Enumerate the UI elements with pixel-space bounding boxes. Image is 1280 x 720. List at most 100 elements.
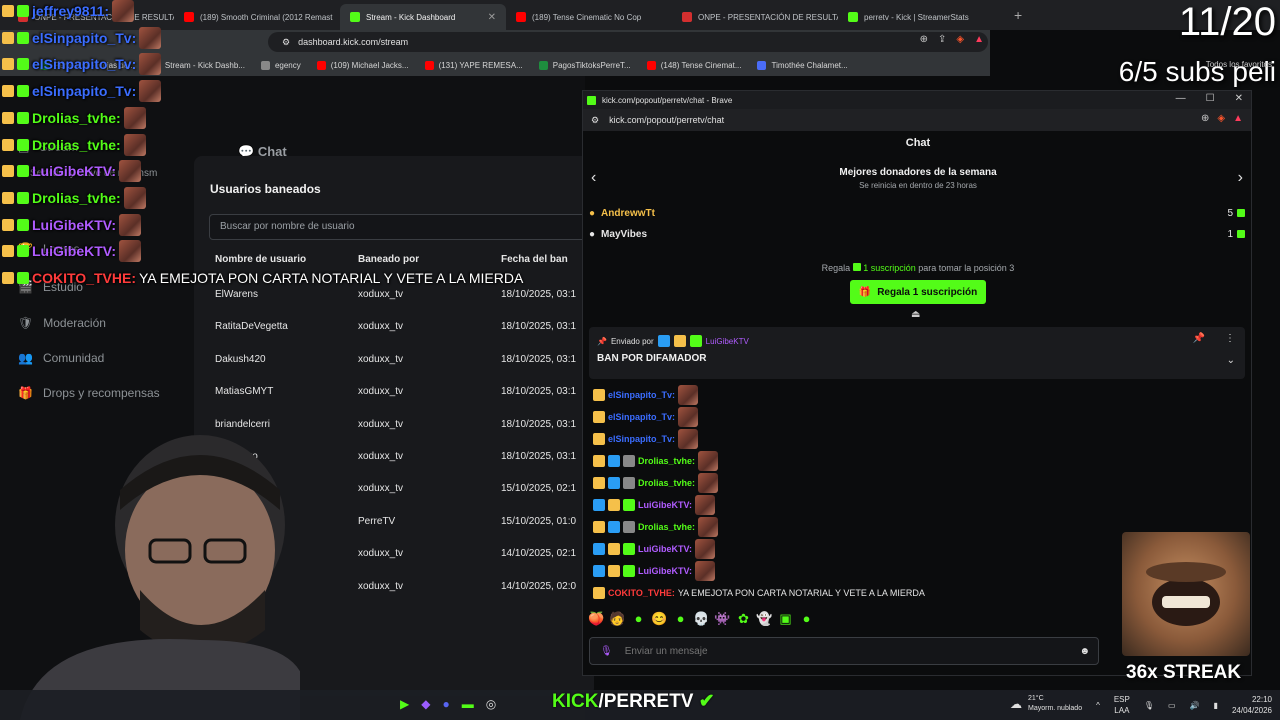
bookmark-item[interactable]: (109) Michael Jacks... [316, 60, 409, 70]
cell-username: RatitaDeVegetta [215, 321, 288, 333]
clock[interactable]: 22:10 24/04/2026 [1232, 694, 1272, 716]
brave-rewards-icon[interactable]: ▲ [974, 34, 984, 45]
chevron-up-icon[interactable]: ^ [1096, 701, 1100, 710]
emote-icon[interactable]: ● [631, 611, 646, 626]
new-tab-icon[interactable]: + [1004, 7, 1022, 23]
zoom-icon[interactable]: ⊕ [1201, 113, 1209, 124]
browser-tab[interactable]: ONPE - PRESENTACIÓN DE RESULTAD [672, 4, 838, 30]
emote-icon[interactable]: ● [673, 611, 688, 626]
app-icon[interactable]: ▬ [462, 697, 474, 711]
chat-message[interactable]: Drolias_tvhe: [593, 473, 719, 493]
gift-sub-button[interactable]: 🎁 Regala 1 suscripción [850, 280, 986, 304]
chevron-down-icon[interactable]: ⌄ [1227, 355, 1235, 366]
app-icon[interactable]: ◆ [421, 697, 430, 711]
table-row[interactable]: ElWarens xoduxx_tv 18/10/2025, 03:1 [194, 289, 594, 319]
share-icon[interactable]: ⇪ [938, 34, 946, 45]
col-banned-by[interactable]: Baneado por [358, 254, 419, 265]
emote-icon[interactable]: ✿ [736, 611, 751, 626]
mic-icon[interactable]: 🎙 [600, 646, 613, 657]
close-tab-icon[interactable]: ✕ [488, 12, 496, 23]
brave-shield-icon[interactable]: ◈ [956, 34, 964, 45]
table-row[interactable]: RatitaDeVegetta xoduxx_tv 18/10/2025, 03:1 [194, 321, 594, 351]
col-ban-date[interactable]: Fecha del ban [501, 254, 568, 265]
bookmark-item[interactable]: (131) YAPE REMESA... [424, 60, 523, 70]
emote-icon[interactable]: 👾 [714, 611, 730, 626]
browser-tab[interactable]: Stream - Kick Dashboard ✕ [340, 4, 506, 30]
emote-image [698, 451, 719, 471]
chat-message[interactable]: elSinpapito_Tv: [593, 407, 699, 427]
discord-icon[interactable]: ● [442, 697, 449, 711]
chat-username[interactable]: COKITO_TVHE: [608, 588, 675, 598]
close-icon[interactable]: ✕ [1235, 93, 1243, 104]
site-info-icon[interactable]: ⚙ [282, 37, 290, 48]
banned-search-input[interactable]: Buscar por nombre de usuario [209, 214, 589, 240]
chat-username[interactable]: Drolias_tvhe: [638, 478, 695, 488]
all-favorites[interactable]: Todos los favoritos [1206, 60, 1272, 69]
chat-message-input[interactable] [624, 645, 1045, 657]
emoji-picker-icon[interactable]: ☻ [1079, 646, 1090, 657]
obs-icon[interactable]: ◎ [486, 697, 496, 711]
browser-tab[interactable]: (189) Tense Cinematic No Cop [506, 4, 672, 30]
sub-badge-icon [689, 335, 702, 347]
mic-icon[interactable]: 🎙 [1144, 701, 1154, 710]
volume-icon[interactable]: 🔊 [1190, 701, 1200, 710]
donor-row[interactable]: ● AndrewwTt 5 [589, 205, 1245, 221]
chat-message[interactable]: elSinpapito_Tv: [593, 385, 699, 405]
chat-username[interactable]: LuiGibeKTV: [638, 566, 692, 576]
language-indicator[interactable]: ESP LAA [1114, 694, 1130, 716]
bookmark-item[interactable]: egency [260, 60, 301, 70]
maximize-icon[interactable]: ☐ [1206, 93, 1215, 104]
zoom-icon[interactable]: ⊕ [920, 34, 928, 45]
browser-tab[interactable]: perretv - Kick | StreamerStats [838, 4, 1004, 30]
sidenav-item[interactable]: 🎁 Drops y recompensas [18, 386, 160, 400]
chat-username[interactable]: elSinpapito_Tv: [608, 412, 675, 422]
emote-icon[interactable]: ● [799, 611, 814, 626]
donors-title: Mejores donadores de la semana [839, 167, 997, 178]
address-bar[interactable]: ⚙ dashboard.kick.com/stream [268, 32, 988, 52]
sidenav-item[interactable]: 👥 Comunidad [18, 351, 104, 365]
table-row[interactable]: MatiasGMYT xoduxx_tv 18/10/2025, 03:1 [194, 386, 594, 416]
more-options-icon[interactable]: ⋮ [1225, 333, 1235, 344]
network-icon[interactable]: ▭ [1168, 701, 1176, 710]
chat-message[interactable]: LuiGibeKTV: [593, 561, 715, 581]
emote-icon[interactable]: 💀 [693, 611, 709, 626]
chat-username[interactable]: Drolias_tvhe: [638, 456, 695, 466]
app-icon[interactable]: ▶ [400, 697, 409, 711]
chat-message[interactable]: LuiGibeKTV: [593, 539, 715, 559]
chat-message[interactable]: Drolias_tvhe: [593, 517, 719, 537]
site-info-icon[interactable]: ⚙ [591, 115, 599, 126]
emote-icon[interactable]: 🧑 [609, 611, 625, 626]
donor-row[interactable]: ● MayVibes 1 [589, 226, 1245, 242]
emote-icon[interactable]: 🍑 [588, 611, 604, 626]
weather-widget[interactable]: ☁ 21°C Mayorm. nublado [1010, 694, 1082, 714]
pin-icon[interactable]: 📌 [1193, 333, 1205, 344]
chat-message[interactable]: elSinpapito_Tv: [593, 429, 699, 449]
brave-shield-icon[interactable]: ◈ [1217, 113, 1225, 124]
emote-icon[interactable]: 👻 [756, 611, 772, 626]
browser-tab[interactable]: (189) Smooth Criminal (2012 Remast [174, 4, 340, 30]
battery-icon[interactable]: ▮ [1214, 701, 1218, 710]
chat-message[interactable]: Drolias_tvhe: [593, 451, 719, 471]
sidenav-item[interactable]: 🛡 Moderación [18, 316, 106, 330]
table-row[interactable]: Dakush420 xoduxx_tv 18/10/2025, 03:1 [194, 354, 594, 384]
emote-icon[interactable]: 😊 [651, 611, 667, 626]
chat-username[interactable]: LuiGibeKTV: [638, 500, 692, 510]
chat-username[interactable]: elSinpapito_Tv: [608, 390, 675, 400]
bookmark-item[interactable]: PagosTiktoksPerreT... [538, 60, 631, 70]
minimize-icon[interactable]: — [1176, 93, 1186, 104]
sub-badge-icon [17, 245, 29, 258]
brave-rewards-icon[interactable]: ▲ [1233, 113, 1243, 124]
chat-username[interactable]: Drolias_tvhe: [638, 522, 695, 532]
popout-address-bar[interactable]: ⚙ kick.com/popout/perretv/chat [583, 109, 1251, 131]
chat-message[interactable]: COKITO_TVHE: YA EMEJOTA PON CARTA NOTARIA… [593, 583, 925, 603]
emote-icon[interactable]: ▣ [778, 611, 793, 626]
bookmark-item[interactable]: (148) Tense Cinemat... [646, 60, 741, 70]
pinned-user[interactable]: LuiGibeKTV [706, 337, 749, 346]
chat-username[interactable]: elSinpapito_Tv: [608, 434, 675, 444]
col-username[interactable]: Nombre de usuario [215, 254, 306, 265]
chat-message[interactable]: LuiGibeKTV: [593, 495, 715, 515]
bookmark-item[interactable]: Stream - Kick Dashb... [150, 60, 245, 70]
collapse-icon[interactable]: ⏏ [911, 309, 920, 320]
bookmark-item[interactable]: Timothée Chalamet... [757, 60, 848, 70]
chat-username[interactable]: LuiGibeKTV: [638, 544, 692, 554]
